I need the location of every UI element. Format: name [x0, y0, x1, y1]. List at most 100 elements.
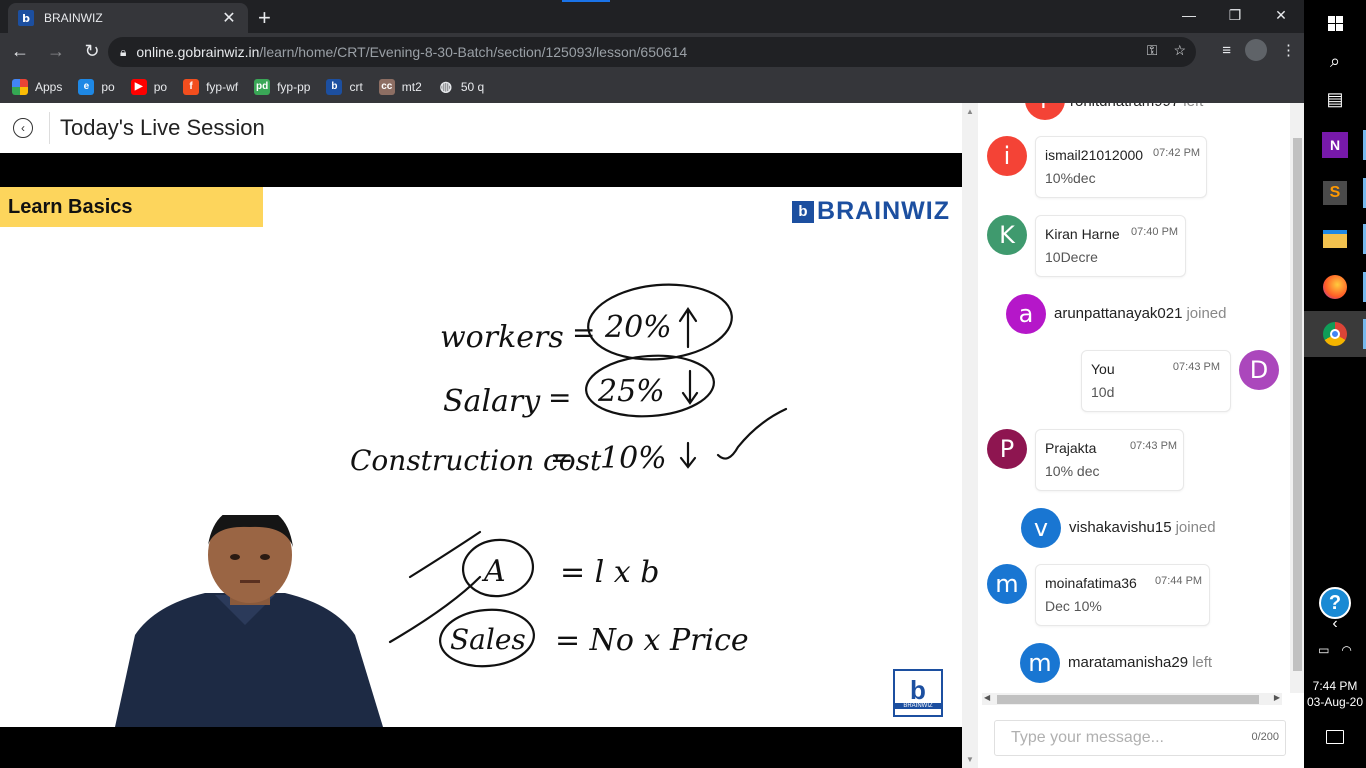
windows-taskbar: ⌕ ▤ N S ? ‹ ▭ ◠ 7:44 PM 03-Aug-20: [1304, 0, 1366, 768]
video-player[interactable]: workers = 20% Salary = 25% Construction …: [0, 153, 962, 768]
scroll-down-arrow-icon[interactable]: ▼: [966, 755, 974, 764]
scroll-up-arrow-icon[interactable]: ▲: [966, 107, 974, 116]
chat-message: D You 07:43 PM 10d: [978, 350, 1288, 414]
restore-button[interactable]: ❐: [1212, 0, 1258, 30]
event-username: rohitdhatram997: [1070, 103, 1179, 110]
bookmark-item[interactable]: b crt: [326, 78, 363, 95]
hw-eq2-rhs: = No x Price: [555, 623, 749, 658]
bookmarks-bar: Apps e po ▶ po f fyp-wf pd fyp-pp b crt cc mt2 ◍ 50 q: [0, 70, 1304, 103]
taskbar-clock[interactable]: 7:44 PM 03-Aug-20: [1304, 678, 1366, 710]
char-counter: 0/200: [1251, 731, 1279, 743]
header-divider: [49, 112, 50, 144]
media-queue-icon[interactable]: ≡: [1222, 42, 1231, 59]
notifications-icon[interactable]: [1326, 730, 1344, 744]
explorer-taskbar-button[interactable]: [1304, 216, 1366, 262]
bookmark-star-icon[interactable]: ☆: [1173, 42, 1186, 59]
scroll-left-arrow-icon[interactable]: ◀: [984, 693, 990, 702]
bookmark-item[interactable]: ▶ po: [130, 78, 167, 95]
event-status: left: [1183, 103, 1203, 110]
chat-horizontal-scrollbar[interactable]: ◀ ▶: [982, 693, 1282, 705]
brainwiz-favicon-icon: b: [18, 10, 34, 26]
task-view-button[interactable]: ▤: [1304, 76, 1366, 122]
search-icon: ⌕: [1329, 50, 1341, 71]
firefox-icon: [1323, 275, 1347, 299]
event-line: vishakavishu15 joined: [1069, 519, 1216, 536]
chat-avatar: r: [1025, 103, 1065, 120]
folder-icon: [1323, 230, 1347, 248]
message-composer: 0/200: [994, 720, 1286, 756]
chat-hscroll-thumb[interactable]: [997, 695, 1259, 704]
menu-dots-icon[interactable]: ⋮: [1281, 41, 1296, 59]
new-tab-button[interactable]: +: [258, 5, 271, 31]
message-time: 07:40 PM: [1131, 226, 1179, 238]
message-input[interactable]: [995, 721, 1245, 755]
firefox-taskbar-button[interactable]: [1304, 264, 1366, 310]
chat-scroll-strip[interactable]: ▲ ▼: [962, 103, 978, 768]
hw-eq2-lhs: Sales: [450, 623, 526, 656]
message-time: 07:43 PM: [1130, 440, 1178, 452]
url-path: /learn/home/CRT/Evening-8-30-Batch/secti…: [259, 44, 688, 60]
bookmark-item[interactable]: ◍ 50 q: [438, 78, 484, 95]
chat-avatar: i: [987, 136, 1027, 176]
forward-button[interactable]: →: [40, 36, 72, 68]
browser-tab[interactable]: b BRAINWIZ ✕: [8, 3, 248, 33]
message-sender: Prajakta: [1045, 440, 1097, 456]
event-username: vishakavishu15: [1069, 519, 1172, 536]
brainwiz-logo: b BRAINWIZ: [792, 197, 950, 226]
tab-title: BRAINWIZ: [44, 11, 103, 25]
clock-time: 7:44 PM: [1312, 679, 1358, 693]
figma-icon: f: [183, 78, 200, 95]
bookmark-item[interactable]: e po: [78, 78, 115, 95]
minimize-button[interactable]: —: [1166, 0, 1212, 30]
toolbar: ← → ↻ 🔒︎ online.gobrainwiz.in/learn/home…: [0, 33, 1304, 70]
bookmark-label: fyp-pp: [277, 79, 311, 94]
message-sender: You: [1091, 361, 1115, 377]
reload-button[interactable]: ↻: [76, 36, 108, 68]
task-view-icon: ▤: [1326, 88, 1344, 109]
key-icon[interactable]: ⚿: [1147, 42, 1158, 59]
close-window-button[interactable]: ✕: [1258, 0, 1304, 30]
back-button[interactable]: ←: [4, 36, 36, 68]
message-text: 10%dec: [1045, 170, 1096, 186]
chat-scroll-thumb[interactable]: [1293, 138, 1302, 671]
profile-avatar[interactable]: [1245, 39, 1267, 61]
sublime-taskbar-button[interactable]: S: [1304, 170, 1366, 216]
page: ‹ Today's Live Session workers = 20% Sal…: [0, 103, 1304, 768]
address-bar[interactable]: 🔒︎ online.gobrainwiz.in/learn/home/CRT/E…: [108, 37, 1196, 67]
cc-icon: cc: [378, 78, 395, 95]
chrome-taskbar-button[interactable]: [1304, 311, 1366, 357]
chat-event: v vishakavishu15 joined: [978, 508, 1288, 548]
message-sender: Kiran Harne: [1045, 226, 1120, 242]
edge-icon: e: [78, 78, 95, 95]
onenote-taskbar-button[interactable]: N: [1304, 122, 1366, 168]
bookmark-item[interactable]: f fyp-wf: [183, 78, 238, 95]
message-sender: ismail21012000: [1045, 147, 1144, 163]
chevron-left-icon: ‹: [1332, 615, 1338, 632]
brainwiz-mark-icon: b: [792, 200, 815, 223]
globe-icon: ◍: [439, 78, 452, 94]
message-bubble: ismail21012000 07:42 PM 10%dec: [1035, 136, 1207, 198]
back-arrow-icon[interactable]: ‹: [13, 118, 33, 138]
event-status: joined: [1186, 305, 1227, 322]
system-tray[interactable]: ▭ ◠: [1304, 632, 1366, 668]
hw-salary-value: 25%: [597, 374, 665, 409]
message-text: 10Decre: [1045, 249, 1098, 265]
close-tab-icon[interactable]: ✕: [220, 8, 238, 28]
message-text: Dec 10%: [1045, 598, 1102, 614]
brainwiz-logo-text: BRAINWIZ: [817, 197, 950, 225]
bookmark-item[interactable]: pd fyp-pp: [254, 78, 311, 95]
event-status: joined: [1175, 519, 1216, 536]
bookmark-item[interactable]: Apps: [12, 78, 62, 95]
scroll-right-arrow-icon[interactable]: ▶: [1274, 693, 1280, 702]
slide: workers = 20% Salary = 25% Construction …: [0, 187, 962, 727]
svg-text:=: =: [572, 316, 595, 349]
bookmark-item[interactable]: cc mt2: [378, 78, 422, 95]
event-username: maratamanisha29: [1068, 654, 1189, 671]
chat-avatar: m: [1020, 643, 1060, 683]
chat-event: a arunpattanayak021 joined: [978, 294, 1288, 334]
chat-vertical-scrollbar[interactable]: [1290, 103, 1304, 693]
chat-avatar: m: [987, 564, 1027, 604]
tab-strip: b BRAINWIZ ✕ + — ❐ ✕: [0, 0, 1304, 33]
bookmark-label: crt: [349, 79, 363, 94]
watermark-logo: b BRAINWIZ: [893, 669, 943, 717]
